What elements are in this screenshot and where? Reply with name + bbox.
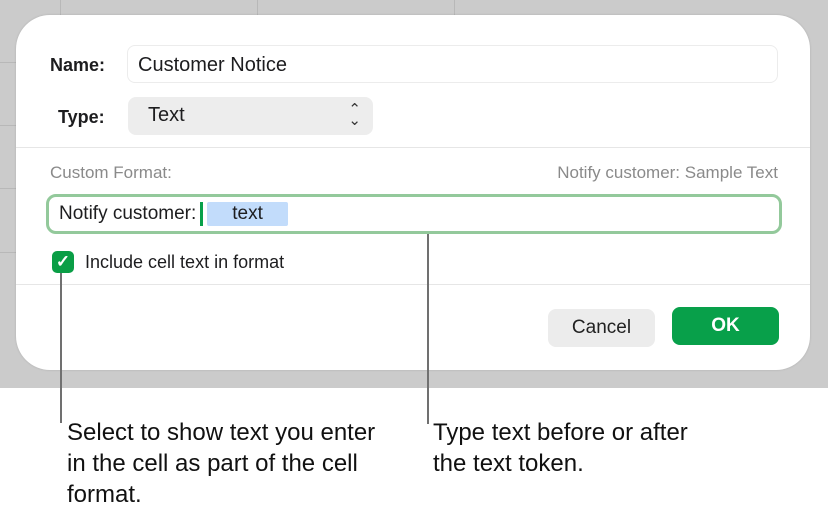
include-cell-text-checkbox[interactable]: ✓ bbox=[52, 251, 74, 273]
type-label: Type: bbox=[58, 107, 105, 127]
type-select[interactable]: Text ⌃ ⌄ bbox=[128, 97, 373, 135]
format-prefix-text: Notify customer: bbox=[59, 203, 197, 224]
callout-token-text: Type text before or after the text token… bbox=[433, 419, 688, 477]
text-caret bbox=[200, 202, 204, 226]
name-input[interactable]: Customer Notice bbox=[127, 45, 778, 83]
cancel-button[interactable]: Cancel bbox=[548, 309, 655, 347]
text-token[interactable]: text bbox=[207, 202, 288, 226]
name-label: Name: bbox=[50, 55, 106, 75]
divider bbox=[16, 284, 810, 285]
grid-line bbox=[0, 252, 16, 253]
chevron-updown-icon: ⌃ ⌄ bbox=[348, 101, 361, 129]
ok-button[interactable]: OK bbox=[672, 307, 779, 345]
checkmark-icon: ✓ bbox=[55, 252, 71, 271]
type-value: Text bbox=[148, 104, 185, 126]
divider bbox=[16, 147, 810, 148]
grid-line bbox=[0, 62, 16, 63]
format-input[interactable]: Notify customer: text bbox=[46, 194, 782, 234]
callout-line-checkbox bbox=[60, 273, 62, 423]
callout-line-token bbox=[427, 234, 429, 424]
format-preview: Notify customer: Sample Text bbox=[557, 163, 778, 182]
custom-format-label: Custom Format: bbox=[50, 163, 172, 182]
grid-line bbox=[0, 125, 16, 126]
callout-checkbox-text: Select to show text you enter in the cel… bbox=[67, 419, 376, 508]
grid-line bbox=[0, 188, 16, 189]
include-cell-text-label: Include cell text in format bbox=[85, 252, 285, 272]
custom-format-dialog: Name: Customer Notice Type: Text ⌃ ⌄ Cust… bbox=[16, 15, 810, 370]
